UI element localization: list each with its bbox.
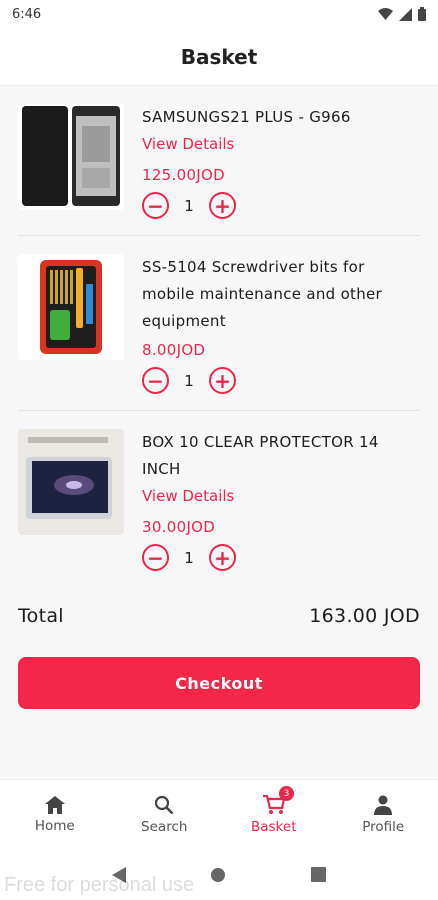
plus-icon: + [214,545,231,570]
product-image[interactable] [18,104,124,210]
basket-count-badge: 3 [279,786,294,801]
basket-item: SAMSUNGS21 PLUS - G966 View Details 125.… [18,86,420,236]
home-circle-icon[interactable] [210,867,226,883]
quantity-stepper: − 1 + [142,544,420,571]
basket-item: SS-5104 Screwdriver bits for mobile main… [18,236,420,411]
product-info: BOX 10 CLEAR PROTECTOR 14 INCH View Deta… [142,429,420,571]
nav-home[interactable]: Home [0,780,110,849]
search-icon [155,795,174,814]
nav-profile-label: Profile [362,818,405,835]
product-price: 30.00JOD [142,518,216,536]
quantity-stepper: − 1 + [142,192,420,219]
screen-protector-image [18,429,124,535]
watermark-text: Free for personal use [4,874,195,896]
nav-basket[interactable]: 3 Basket [219,780,329,849]
plus-icon: + [214,368,231,393]
minus-icon: − [147,193,164,218]
product-image[interactable] [18,254,124,360]
quantity-value: 1 [184,371,194,390]
person-icon [374,795,393,815]
product-image[interactable] [18,429,124,535]
recents-icon[interactable] [310,867,326,882]
product-info: SS-5104 Screwdriver bits for mobile main… [142,254,420,394]
quantity-value: 1 [184,196,194,215]
quantity-stepper: − 1 + [142,367,420,394]
bottom-nav: Home Search 3 Basket Profile [0,779,438,849]
decrease-quantity-button[interactable]: − [142,367,169,394]
product-price: 125.00JOD [142,166,225,184]
screwdriver-kit-image [40,260,102,354]
total-value: 163.00 JOD [309,605,420,627]
signal-icon [399,7,412,21]
product-price: 8.00JOD [142,341,206,359]
view-details-link[interactable]: View Details [142,483,420,510]
nav-search-label: Search [141,818,188,835]
view-details-link[interactable]: View Details [142,131,420,158]
product-name: SS-5104 Screwdriver bits for mobile main… [142,258,383,330]
nav-profile[interactable]: Profile [329,780,438,849]
nav-basket-label: Basket [250,818,297,835]
status-icons [378,7,426,21]
nav-home-label: Home [34,817,75,834]
decrease-quantity-button[interactable]: − [142,544,169,571]
increase-quantity-button[interactable]: + [209,192,236,219]
minus-icon: − [147,545,164,570]
checkout-button[interactable]: Checkout [18,657,420,709]
home-icon [44,795,65,814]
minus-icon: − [147,368,164,393]
decrease-quantity-button[interactable]: − [142,192,169,219]
increase-quantity-button[interactable]: + [209,367,236,394]
page-title: Basket [0,28,438,86]
quantity-value: 1 [184,548,194,567]
battery-icon [418,7,426,21]
product-name: SAMSUNGS21 PLUS - G966 [142,108,351,126]
plus-icon: + [214,193,231,218]
basket-list: SAMSUNGS21 PLUS - G966 View Details 125.… [0,86,438,587]
increase-quantity-button[interactable]: + [209,544,236,571]
total-row: Total 163.00 JOD [0,605,438,627]
wifi-icon [378,7,393,20]
nav-search[interactable]: Search [110,780,220,849]
phone-screen-image [22,106,120,206]
product-info: SAMSUNGS21 PLUS - G966 View Details 125.… [142,104,420,219]
total-label: Total [18,605,64,627]
status-time: 6:46 [12,6,42,22]
status-bar: 6:46 [0,0,438,28]
product-name: BOX 10 CLEAR PROTECTOR 14 INCH [142,433,379,478]
basket-item: BOX 10 CLEAR PROTECTOR 14 INCH View Deta… [18,411,420,587]
